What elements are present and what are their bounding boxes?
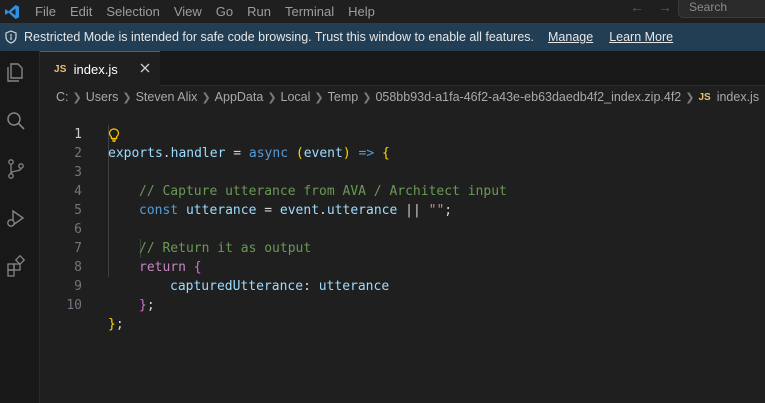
code-line: 3 // Capture utterance from AVA / Archit… [40, 144, 765, 199]
command-center-search[interactable]: Search [678, 0, 765, 18]
menu-selection[interactable]: Selection [99, 4, 166, 20]
code-line: 4 const utterance = event.utterance || "… [40, 163, 765, 218]
breadcrumb-item[interactable]: Temp [328, 90, 359, 104]
activity-bar [0, 51, 40, 403]
code-line: 2 [40, 125, 765, 161]
menu-go[interactable]: Go [209, 4, 240, 20]
menu-terminal[interactable]: Terminal [278, 4, 341, 20]
explorer-icon[interactable] [5, 61, 27, 83]
learn-more-link[interactable]: Learn More [609, 30, 673, 44]
search-icon[interactable] [5, 110, 27, 132]
menu-run[interactable]: Run [240, 4, 278, 20]
menu-view[interactable]: View [167, 4, 209, 20]
menu-help[interactable]: Help [341, 4, 382, 20]
chevron-right-icon: ❯ [201, 91, 211, 104]
code-line: 5 [40, 182, 765, 218]
chevron-right-icon: ❯ [685, 91, 695, 104]
tab-index-js[interactable]: JS index.js [40, 51, 160, 86]
lightbulb-icon[interactable] [108, 125, 122, 144]
manage-link[interactable]: Manage [548, 30, 593, 44]
js-file-icon: JS [54, 63, 67, 75]
code-line: 6 // Return it as output [40, 201, 765, 256]
close-icon[interactable] [138, 61, 152, 75]
breadcrumb-item[interactable]: Steven Alix [136, 90, 198, 104]
editor-tab-bar: JS index.js [40, 51, 765, 86]
line-number: 10 [66, 298, 82, 313]
js-file-icon: JS [698, 91, 711, 103]
navigation-arrows: ← → [630, 0, 672, 16]
restricted-mode-banner: Restricted Mode is intended for safe cod… [0, 23, 765, 51]
menu-file[interactable]: File [35, 4, 63, 20]
breadcrumb-item[interactable]: AppData [215, 90, 264, 104]
shield-icon [4, 30, 18, 44]
breadcrumb-item[interactable]: 058bb93d-a1fa-46f2-a43e-eb63daedb4f2_ind… [375, 90, 681, 104]
breadcrumb-file[interactable]: index.js [717, 90, 759, 104]
breadcrumb-item[interactable]: Users [86, 90, 119, 104]
vscode-logo-icon [1, 4, 23, 20]
code-line: 1 exports.handler = async (event) => { [40, 106, 765, 161]
line-content: }; [139, 298, 155, 313]
tab-label: index.js [73, 61, 118, 77]
code-line: 10 }; [40, 277, 765, 332]
back-arrow-icon[interactable]: ← [630, 0, 644, 16]
chevron-right-icon: ❯ [267, 91, 277, 104]
chevron-right-icon: ❯ [122, 91, 132, 104]
code-line: 8 capturedUtterance: utterance [40, 239, 765, 294]
banner-message: Restricted Mode is intended for safe cod… [24, 30, 534, 44]
code-editor[interactable]: 1 exports.handler = async (event) => { 2… [40, 106, 765, 403]
source-control-icon[interactable] [5, 158, 27, 180]
forward-arrow-icon[interactable]: → [658, 0, 672, 16]
code-line: 9 }; [40, 258, 765, 313]
breadcrumb-item[interactable]: Local [281, 90, 311, 104]
code-line: 7 return { [40, 220, 765, 275]
chevron-right-icon: ❯ [362, 91, 372, 104]
line-content: }; [108, 317, 124, 332]
menu-edit[interactable]: Edit [63, 4, 99, 20]
breadcrumb-item[interactable]: C: [56, 90, 69, 104]
chevron-right-icon: ❯ [72, 91, 82, 104]
chevron-right-icon: ❯ [314, 91, 324, 104]
run-debug-icon[interactable] [5, 207, 27, 229]
title-bar: File Edit Selection View Go Run Terminal… [0, 0, 765, 23]
breadcrumb: C: ❯ Users ❯ Steven Alix ❯ AppData ❯ Loc… [56, 88, 759, 106]
extensions-icon[interactable] [5, 255, 27, 277]
menu-bar: File Edit Selection View Go Run Terminal… [35, 4, 382, 20]
